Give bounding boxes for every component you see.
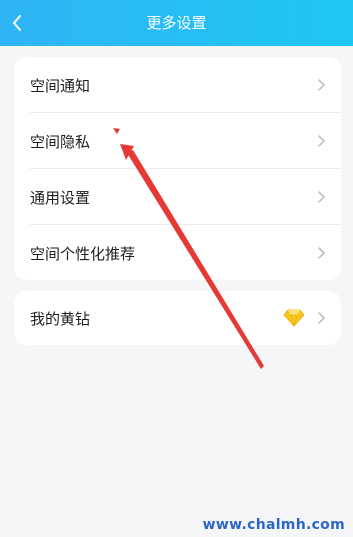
watermark: www.chalmh.com: [202, 517, 345, 533]
menu-item-label: 空间通知: [30, 76, 91, 95]
menu-item-label: 空间个性化推荐: [30, 244, 136, 263]
menu-item-label: 我的黄钻: [30, 309, 91, 328]
chevron-right-icon: [318, 79, 325, 91]
chevron-right-icon: [318, 312, 325, 324]
menu-item-label: 通用设置: [30, 188, 91, 207]
menu-item-my-yellow-diamond[interactable]: 我的黄钻: [14, 291, 341, 345]
menu-item-label: 空间隐私: [30, 132, 91, 151]
chevron-right-icon: [318, 191, 325, 203]
chevron-right-icon: [318, 135, 325, 147]
top-bar: 更多设置: [0, 0, 353, 46]
menu-item-general-settings[interactable]: 通用设置: [14, 169, 341, 225]
page-title: 更多设置: [146, 14, 207, 32]
chevron-right-icon: [318, 247, 325, 259]
settings-card: 空间通知 空间隐私 通用设置 空间个性化推荐: [14, 57, 341, 280]
menu-item-space-privacy[interactable]: 空间隐私: [14, 113, 341, 169]
yellow-diamond-card: 我的黄钻: [14, 291, 341, 345]
yellow-diamond-icon: [283, 309, 305, 327]
menu-item-space-notification[interactable]: 空间通知: [14, 57, 341, 113]
menu-item-personalized-recommendation[interactable]: 空间个性化推荐: [14, 225, 341, 280]
